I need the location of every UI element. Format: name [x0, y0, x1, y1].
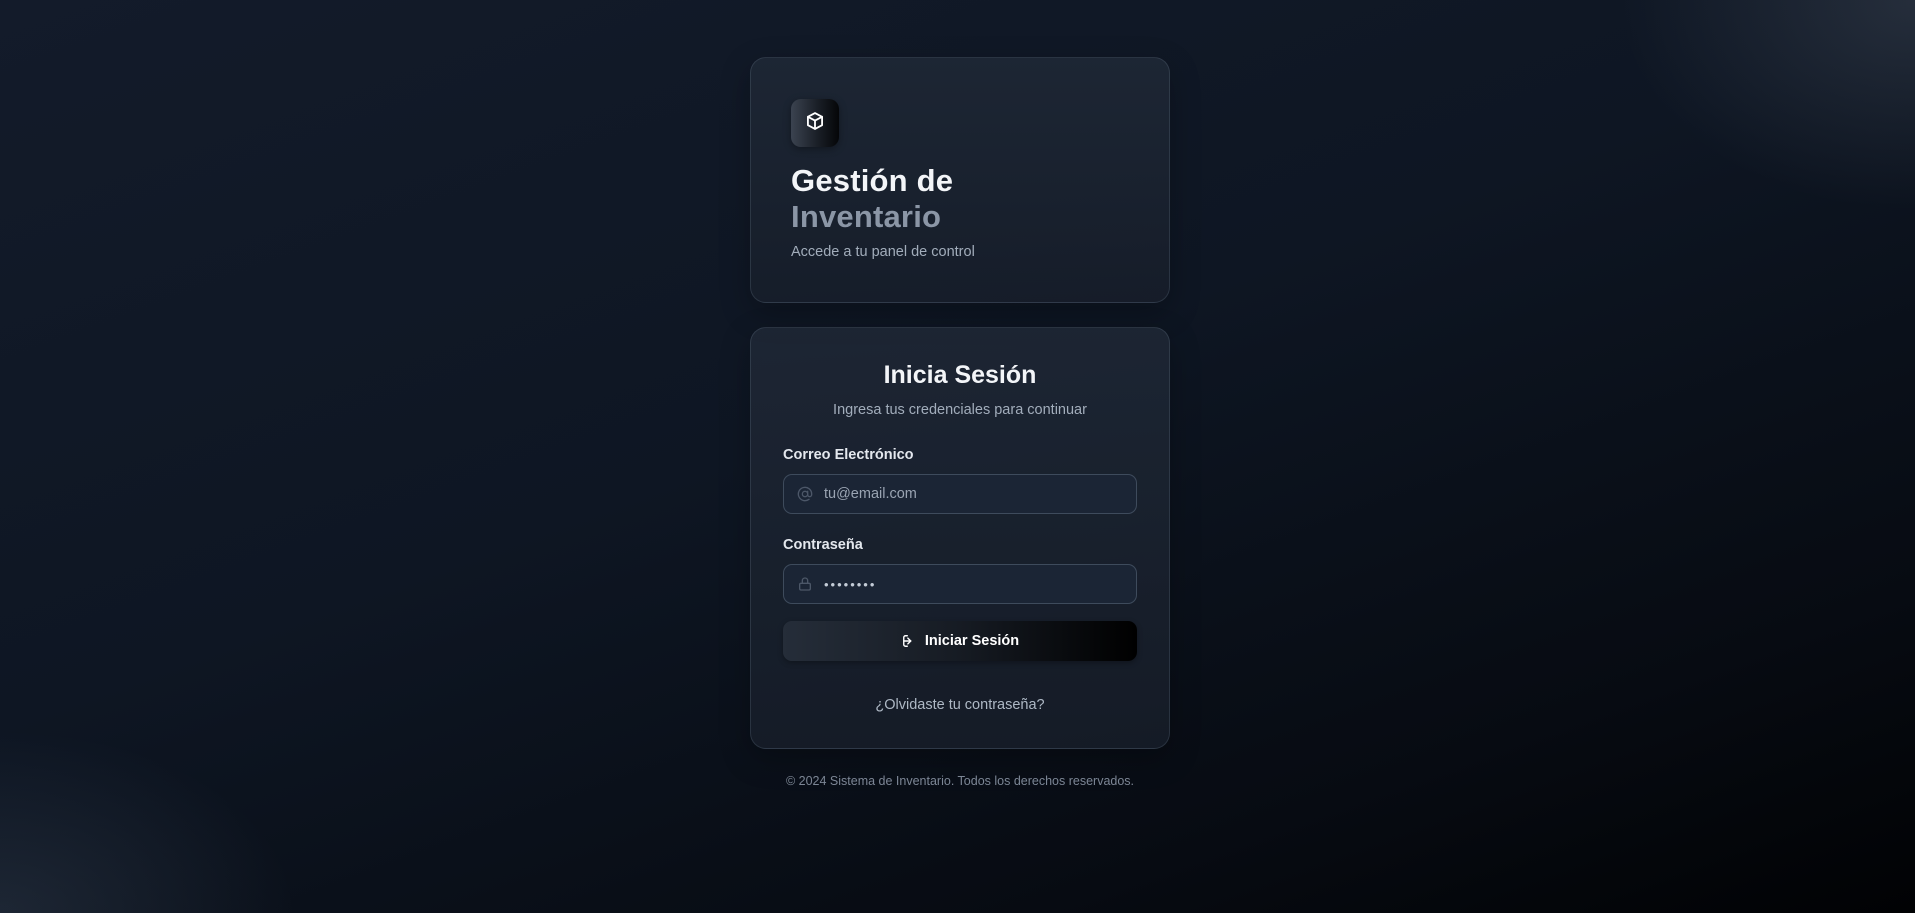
login-button-label: Iniciar Sesión	[924, 633, 1020, 649]
at-sign-icon	[796, 485, 814, 503]
login-card: Inicia Sesión Ingresa tus credenciales p…	[750, 327, 1170, 749]
app-subtitle: Accede a tu panel de control	[791, 244, 975, 260]
lock-icon	[796, 575, 814, 593]
brand-card: Gestión de Inventario Accede a tu panel …	[750, 57, 1170, 303]
app-title-line2: Inventario	[791, 199, 942, 234]
log-in-icon	[901, 633, 917, 649]
password-field-container	[783, 564, 1137, 604]
app-title: Gestión de Inventario	[791, 163, 1129, 235]
app-logo	[791, 99, 839, 147]
app-title-line1: Gestión de	[791, 163, 954, 198]
password-label: Contraseña	[783, 537, 863, 553]
email-field[interactable]	[824, 486, 1124, 502]
footer-copyright: © 2024 Sistema de Inventario. Todos los …	[785, 774, 1135, 788]
email-field-container	[783, 474, 1137, 514]
login-title: Inicia Sesión	[883, 361, 1037, 389]
login-button[interactable]: Iniciar Sesión	[783, 621, 1137, 661]
login-page: Gestión de Inventario Accede a tu panel …	[750, 57, 1170, 788]
login-subtitle: Ingresa tus credenciales para continuar	[833, 402, 1087, 418]
forgot-password-link[interactable]: ¿Olvidaste tu contraseña?	[783, 697, 1137, 713]
box-icon	[805, 111, 825, 136]
password-field[interactable]	[824, 576, 1124, 592]
email-label: Correo Electrónico	[783, 447, 914, 463]
